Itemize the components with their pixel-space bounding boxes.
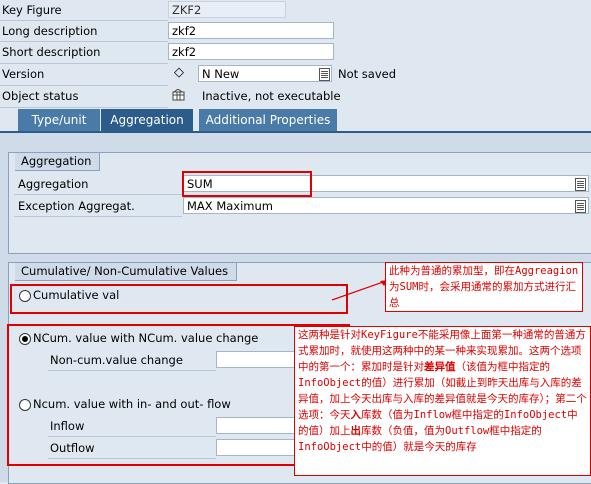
highlight-box-cumulative <box>10 284 348 314</box>
version-field[interactable]: N New <box>198 65 332 82</box>
aggregation-group-title: Aggregation <box>15 153 101 171</box>
tab-type-unit[interactable]: Type/unit <box>18 109 100 131</box>
highlight-box-sum <box>182 171 312 197</box>
note2-part-d: 入 <box>350 409 362 421</box>
annotation-note-1: 此种为普通的累加型，即在Aggreagion为SUM时，会采用通常的累加方式进行… <box>385 262 583 312</box>
dropdown-list-icon[interactable] <box>575 200 586 213</box>
exception-aggregation-value: MAX Maximum <box>187 199 273 213</box>
version-status: Not saved <box>338 67 397 81</box>
exception-aggregation-field[interactable]: MAX Maximum <box>183 197 589 214</box>
row-divider <box>0 107 168 108</box>
cumulative-group-title: Cumulative/ Non-Cumulative Values <box>15 263 238 281</box>
aggregation-label: Aggregation <box>18 177 89 191</box>
note2-part-f: 出 <box>350 425 362 437</box>
dropdown-list-icon[interactable] <box>575 178 586 191</box>
tab-additional-properties[interactable]: Additional Properties <box>199 109 337 131</box>
version-value: N New <box>202 67 240 81</box>
long-description-label: Long description <box>2 24 98 38</box>
short-description-label: Short description <box>2 45 101 59</box>
tab-strip: Type/unit Aggregation Additional Propert… <box>0 109 591 131</box>
exception-aggregation-label: Exception Aggregat. <box>18 199 135 213</box>
version-diamond-icon: ◇ <box>174 65 184 80</box>
note2-part-b: 差异值 <box>424 361 456 373</box>
annotation-note-2: 这两种是针对KeyFigure不能采用像上面第一种通常的普通方式累加时，就使用这… <box>294 326 591 476</box>
long-description-field[interactable]: zkf2 <box>168 22 334 39</box>
dropdown-list-icon[interactable] <box>319 68 330 81</box>
key-figure-label: Key Figure <box>2 3 62 17</box>
row-divider <box>14 194 182 195</box>
object-status-icon <box>172 88 185 101</box>
annotation-arrow-1 <box>331 280 388 301</box>
object-status-label: Object status <box>2 89 79 103</box>
key-figure-field[interactable]: ZKF2 <box>168 1 286 18</box>
tab-aggregation[interactable]: Aggregation <box>101 109 193 131</box>
version-label: Version <box>2 67 45 81</box>
row-divider <box>14 216 182 217</box>
object-status-value: Inactive, not executable <box>202 89 341 103</box>
short-description-field[interactable]: zkf2 <box>168 43 334 60</box>
